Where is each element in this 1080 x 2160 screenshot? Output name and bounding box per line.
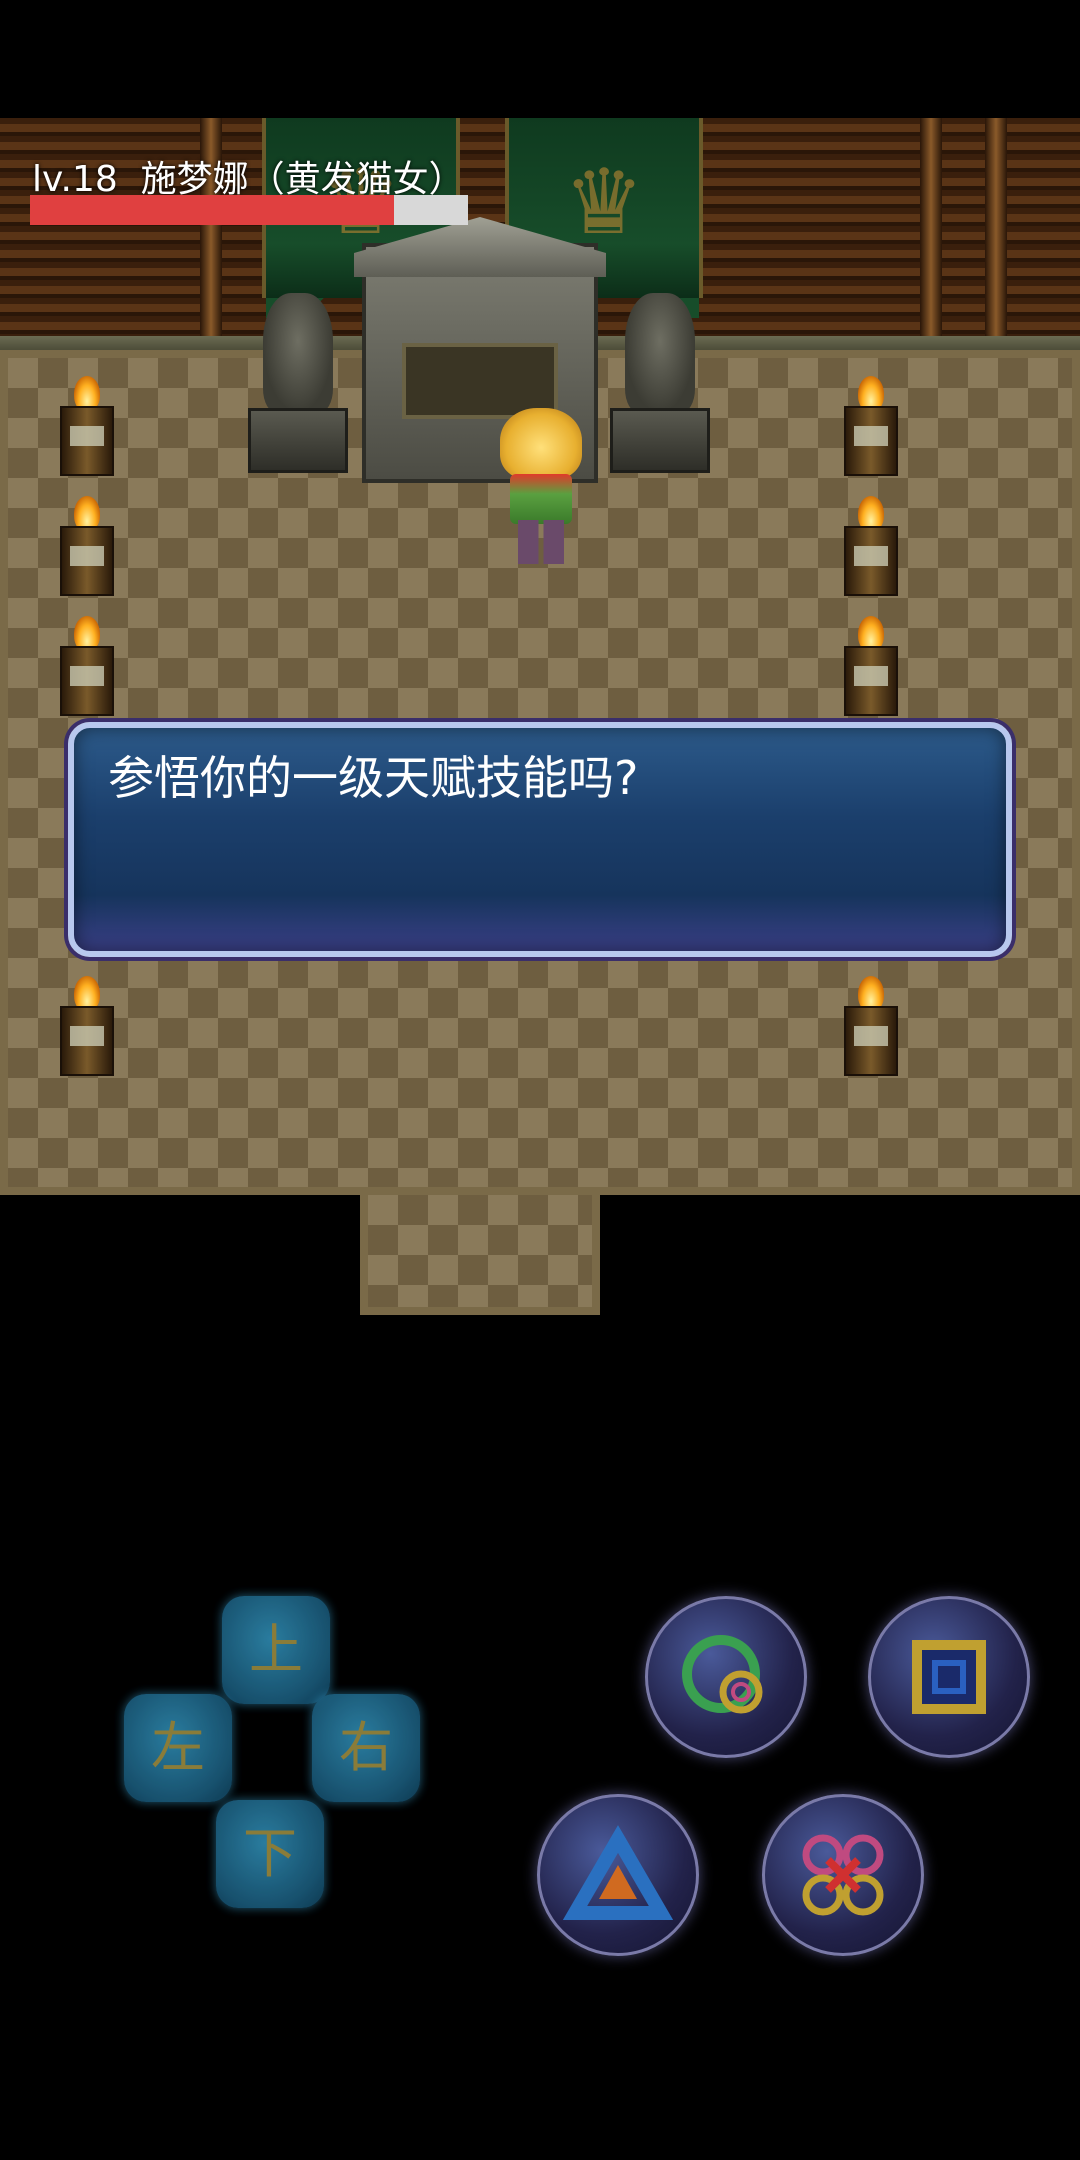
torch-stand [840, 616, 902, 716]
cross-button[interactable] [762, 1794, 924, 1956]
gargoyle-statue-left [248, 293, 348, 473]
square-icon [871, 1599, 1027, 1755]
wall-pillar [985, 118, 1007, 350]
torch-stand [56, 376, 118, 476]
south-corridor [360, 1195, 600, 1315]
dpad-up-button[interactable]: 上 [222, 1596, 330, 1704]
torch-stand [840, 376, 902, 476]
dialog-message: 参悟你的一级天赋技能吗? [108, 751, 639, 805]
triangle-icon [540, 1797, 696, 1953]
triangle-button[interactable] [537, 1794, 699, 1956]
player-character [496, 408, 586, 568]
dpad-left-button[interactable]: 左 [124, 1694, 232, 1802]
hp-bar [30, 195, 468, 225]
circle-icon [648, 1599, 804, 1755]
circle-button[interactable] [645, 1596, 807, 1758]
level-label: lv.18 [32, 159, 118, 200]
game-scene: ♛ ♛ [0, 118, 1080, 1318]
dpad-right-button[interactable]: 右 [312, 1694, 420, 1802]
hp-fill [30, 195, 394, 225]
wall-pillar [920, 118, 942, 350]
character-name: 施梦娜（黄发猫女） [140, 159, 465, 200]
dialog-box[interactable]: 参悟你的一级天赋技能吗? [68, 722, 1012, 957]
cross-icon [765, 1797, 921, 1953]
gargoyle-statue-right [610, 293, 710, 473]
square-button[interactable] [868, 1596, 1030, 1758]
torch-stand [56, 976, 118, 1076]
torch-stand [840, 496, 902, 596]
dpad-down-button[interactable]: 下 [216, 1800, 324, 1908]
torch-stand [840, 976, 902, 1076]
torch-stand [56, 496, 118, 596]
torch-stand [56, 616, 118, 716]
